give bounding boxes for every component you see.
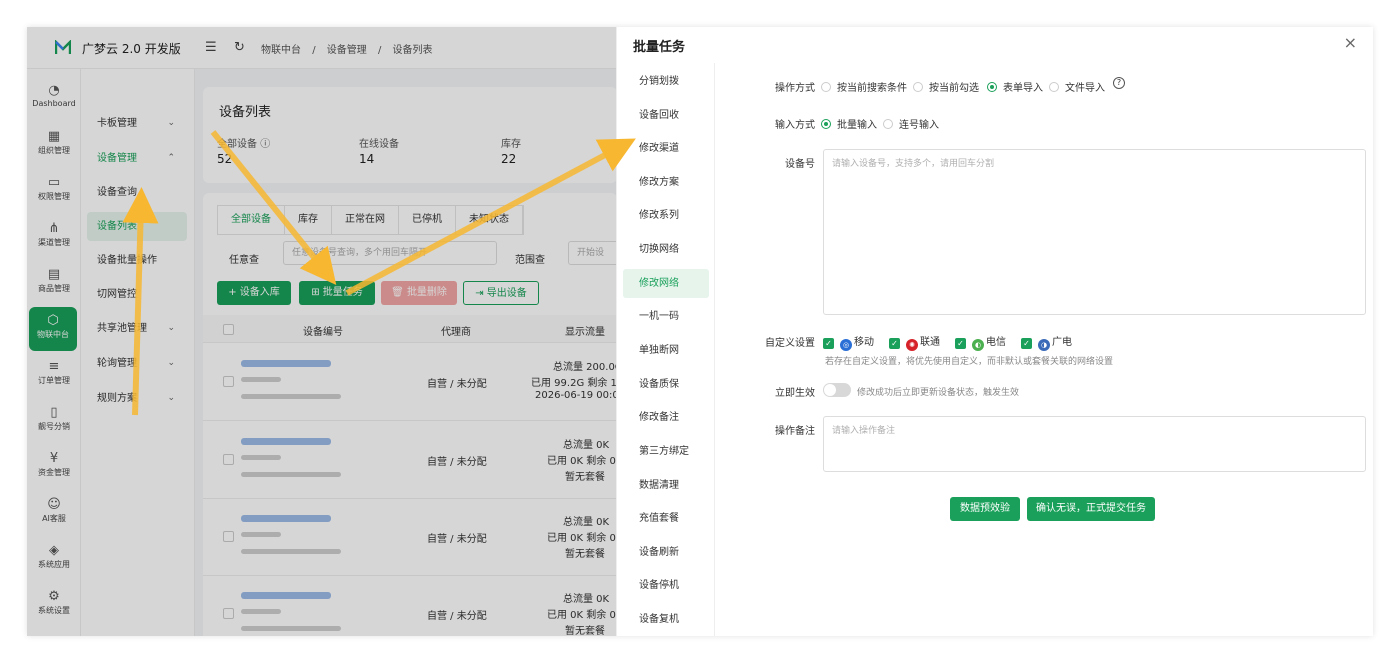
check-icon: ✓ xyxy=(889,338,900,349)
task-item[interactable]: 第三方绑定 xyxy=(623,437,709,466)
task-form: 操作方式 按当前搜索条件 按当前勾选 表单导入 文件导入 ? 输入方式 批量输入… xyxy=(715,63,1373,636)
task-type-menu: 分销划拨 设备回收 修改渠道 修改方案 修改系列 切换网络 修改网络 一机一码 … xyxy=(617,63,715,636)
task-item[interactable]: 设备刷新 xyxy=(623,538,709,567)
custom-hint: 若存在自定义设置，将优先使用自定义，而非默认或套餐关联的网络设置 xyxy=(825,357,1114,367)
batch-task-drawer: 批量任务 × 分销划拨 设备回收 修改渠道 修改方案 修改系列 切换网络 修改网… xyxy=(616,27,1373,636)
check-icon: ✓ xyxy=(955,338,966,349)
task-item[interactable]: 设备复机 xyxy=(623,605,709,634)
task-item[interactable]: 充值套餐 xyxy=(623,504,709,533)
check-icon: ✓ xyxy=(823,338,834,349)
china-unicom-icon: ✺ xyxy=(906,339,918,351)
china-telecom-icon: ◐ xyxy=(972,339,984,351)
app-window: 广梦云 2.0 开发版 ☰ ↻ 物联中台 / 设备管理 / 设备列表 ◔ Dash… xyxy=(27,27,1373,636)
carrier-checkbox-telecom[interactable]: ✓ ◐ 电信 xyxy=(955,333,1006,351)
drawer-title: 批量任务 xyxy=(633,40,686,55)
task-item-active[interactable]: 修改网络 xyxy=(623,269,709,298)
device-label: 设备号 xyxy=(785,159,815,170)
task-item[interactable]: 设备回收 xyxy=(623,101,709,130)
close-icon[interactable]: × xyxy=(1344,33,1357,52)
input-mode-radio-selected[interactable]: 批量输入 xyxy=(821,116,877,131)
op-mode-radio-selected[interactable]: 表单导入 xyxy=(987,79,1043,94)
task-item[interactable]: 修改系列 xyxy=(623,201,709,230)
op-mode-radio[interactable]: 按当前搜索条件 xyxy=(821,79,907,94)
carrier-checkbox-unicom[interactable]: ✓ ✺ 联通 xyxy=(889,333,940,351)
op-mode-radio[interactable]: 按当前勾选 xyxy=(913,79,979,94)
immediate-label: 立即生效 xyxy=(775,388,815,399)
preview-button[interactable]: 数据预效验 xyxy=(950,497,1020,521)
carrier-checkbox-broadnet[interactable]: ✓ ◑ 广电 xyxy=(1021,333,1072,351)
immediate-toggle[interactable] xyxy=(823,383,851,397)
custom-setting-label: 自定义设置 xyxy=(765,338,815,349)
task-item[interactable]: 修改方案 xyxy=(623,168,709,197)
modal-mask[interactable] xyxy=(27,27,617,636)
submit-button[interactable]: 确认无误，正式提交任务 xyxy=(1027,497,1155,521)
check-icon: ✓ xyxy=(1021,338,1032,349)
task-item[interactable]: 一机一码 xyxy=(623,302,709,331)
remark-textarea[interactable]: 请输入操作备注 xyxy=(823,416,1366,472)
help-icon[interactable]: ? xyxy=(1113,77,1125,89)
task-item[interactable]: 单独断网 xyxy=(623,336,709,365)
china-broadnet-icon: ◑ xyxy=(1038,339,1050,351)
task-item[interactable]: 分销划拨 xyxy=(623,67,709,96)
task-item[interactable]: 修改渠道 xyxy=(623,134,709,163)
china-mobile-icon: ◎ xyxy=(840,339,852,351)
task-item[interactable]: 切换网络 xyxy=(623,235,709,264)
op-mode-radio[interactable]: 文件导入 xyxy=(1049,79,1105,94)
input-mode-label: 输入方式 xyxy=(775,120,815,131)
carrier-checkbox-mobile[interactable]: ✓ ◎ 移动 xyxy=(823,333,874,351)
task-item[interactable]: 设备停机 xyxy=(623,571,709,600)
device-textarea[interactable]: 请输入设备号，支持多个，请用回车分割 xyxy=(823,149,1366,315)
remark-label: 操作备注 xyxy=(775,426,815,437)
immediate-hint: 修改成功后立即更新设备状态，触发生效 xyxy=(857,388,1020,398)
task-item[interactable]: 设备质保 xyxy=(623,370,709,399)
input-mode-radio[interactable]: 连号输入 xyxy=(883,116,939,131)
task-item[interactable]: 修改备注 xyxy=(623,403,709,432)
task-item[interactable]: 数据清理 xyxy=(623,471,709,500)
op-mode-label: 操作方式 xyxy=(775,83,815,94)
